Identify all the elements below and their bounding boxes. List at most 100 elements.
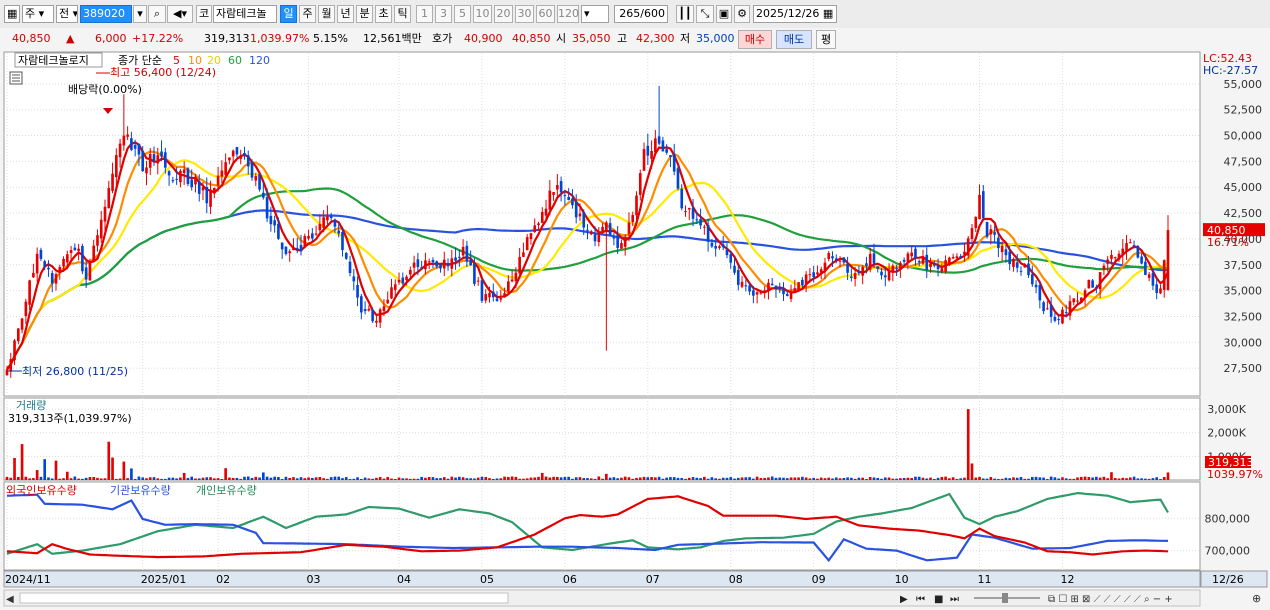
volume-bar: [785, 478, 789, 480]
candle-body: [88, 262, 92, 281]
current-price: 40,850: [12, 32, 51, 45]
volume-bar: [156, 478, 160, 480]
candle-body: [360, 296, 363, 313]
tick-120-button[interactable]: 120: [557, 5, 579, 23]
low-price: 35,000: [696, 32, 735, 45]
volume-bar: [54, 460, 58, 480]
candle-body: [902, 259, 906, 262]
volume-bar: [299, 477, 303, 480]
gear-icon[interactable]: ⚙: [734, 5, 750, 23]
tick-3-button[interactable]: 3: [435, 5, 452, 23]
volume-bar: [525, 478, 529, 480]
dividend-annotation: 배당락(0.00%): [68, 83, 142, 96]
tick-5-button[interactable]: 5: [454, 5, 471, 23]
candle-body: [318, 223, 322, 231]
candle-body: [499, 298, 503, 300]
date-input[interactable]: 2025/12/26 ▦: [753, 5, 837, 23]
stock-chart[interactable]: 55,00052,50050,00047,50045,00042,50040,0…: [0, 50, 1270, 610]
custom-period-select[interactable]: ▾: [581, 5, 609, 23]
volume-bar: [676, 477, 680, 480]
volume-bar: [356, 477, 359, 480]
tick-20-button[interactable]: 20: [494, 5, 513, 23]
period-minute-button[interactable]: 분: [356, 5, 373, 23]
tick-1-button[interactable]: 1: [416, 5, 433, 23]
price-y-tick: 45,000: [1224, 181, 1263, 194]
save-icon[interactable]: ▣: [716, 5, 732, 23]
volume-bar: [646, 477, 650, 480]
volume-bar: [721, 477, 725, 480]
candle-type-icon[interactable]: ┃┃: [676, 5, 694, 23]
candle-body: [718, 246, 721, 249]
candle-body: [544, 208, 548, 216]
volume-bar: [114, 478, 118, 480]
foreign-legend: 외국인보유수량: [6, 484, 77, 497]
candle-body: [333, 219, 337, 227]
candle-body: [1159, 288, 1162, 294]
candle-body: [454, 257, 457, 261]
period-tick-button[interactable]: 틱: [394, 5, 411, 23]
market-select[interactable]: 주 ▾: [22, 5, 54, 23]
volume-bar: [578, 477, 582, 480]
tick-60-button[interactable]: 60: [536, 5, 555, 23]
candle-body: [812, 272, 815, 277]
volume-bar: [1091, 477, 1094, 480]
candle-body: [1027, 263, 1030, 276]
scroll-right-icon[interactable]: ▶: [900, 594, 908, 605]
candle-body: [1087, 279, 1091, 289]
menu-grid-icon[interactable]: ▦: [4, 5, 20, 23]
sound-icon[interactable]: ◀▾: [167, 5, 193, 23]
scroll-left-icon[interactable]: ◀: [6, 594, 14, 605]
tick-10-button[interactable]: 10: [473, 5, 492, 23]
volume-bar: [978, 476, 981, 480]
stop-icon[interactable]: ■: [934, 594, 943, 605]
volume-bar: [593, 478, 597, 480]
count-input[interactable]: 265/600: [614, 5, 668, 23]
volume-bar: [966, 409, 970, 480]
period-year-button[interactable]: 년: [337, 5, 354, 23]
candle-body: [672, 153, 676, 172]
candle-body: [948, 257, 951, 264]
volume-bar: [929, 477, 932, 480]
zoom-slider-handle[interactable]: [1002, 593, 1008, 603]
volume-bar: [1140, 478, 1143, 480]
volume-bar: [940, 476, 944, 480]
avg-button[interactable]: 평: [816, 30, 836, 49]
period-day-button[interactable]: 일: [280, 5, 297, 23]
buy-button[interactable]: 매수: [738, 30, 772, 49]
volume-bar: [797, 477, 800, 480]
volume-bar: [292, 477, 295, 480]
tool-icons[interactable]: ⧉ ☐ ⊞ ⊠ ⟋ ⟋ ⟋ ⟋ ⟋ ⌕ − +: [1048, 594, 1173, 605]
candle-body: [838, 260, 842, 262]
ask-price: 40,850: [512, 32, 551, 45]
candle-body: [1121, 248, 1125, 255]
sell-button[interactable]: 매도: [776, 30, 812, 49]
next-icon[interactable]: ⏭: [950, 594, 959, 605]
period-week-button[interactable]: 주: [299, 5, 316, 23]
code-dropdown-icon[interactable]: ▾: [133, 5, 147, 23]
volume-bar: [608, 477, 612, 480]
prev-icon[interactable]: ⏮: [916, 594, 925, 605]
volume-value: 319,313: [204, 32, 250, 45]
volume-bar: [650, 477, 653, 480]
volume-bar: [503, 476, 506, 480]
crosshair-icon[interactable]: ⤡: [696, 5, 714, 23]
candle-body: [239, 155, 243, 159]
tick-30-button[interactable]: 30: [515, 5, 534, 23]
type-select[interactable]: 전 ▾: [56, 5, 78, 23]
candle-body: [114, 155, 118, 178]
candle-body: [439, 264, 442, 269]
period-second-button[interactable]: 초: [375, 5, 392, 23]
candle-body: [895, 268, 898, 270]
volume-bar: [246, 476, 250, 480]
volume-panel-subtitle: 319,313주(1,039.97%): [8, 412, 132, 425]
volume-bar: [951, 477, 955, 480]
zoom-out-icon[interactable]: ⊕: [1252, 592, 1261, 605]
volume-bar: [167, 477, 171, 480]
open-price: 35,050: [572, 32, 611, 45]
scroll-thumb[interactable]: [19, 592, 509, 604]
code-input[interactable]: 389020: [80, 5, 132, 23]
search-icon[interactable]: ⌕: [148, 5, 166, 23]
candle-body: [782, 288, 785, 295]
period-month-button[interactable]: 월: [318, 5, 335, 23]
candle-body: [654, 138, 657, 153]
